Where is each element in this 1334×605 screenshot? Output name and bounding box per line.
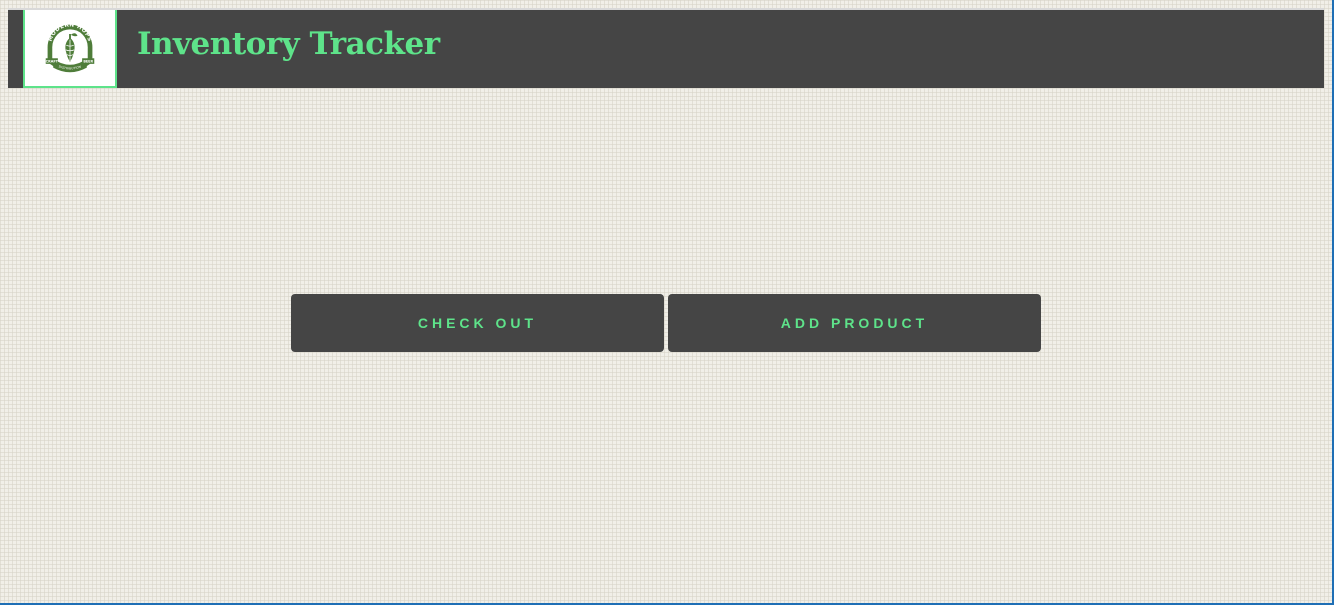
- svg-text:CRAFT: CRAFT: [46, 60, 59, 64]
- add-product-button[interactable]: ADD PRODUCT: [668, 294, 1041, 352]
- svg-text:BEER: BEER: [83, 60, 93, 64]
- check-out-button[interactable]: CHECK OUT: [291, 294, 664, 352]
- hop-cone-icon: MODERN HOPS CRAFT BEER DISTRIBUTION: [46, 22, 95, 73]
- logo[interactable]: MODERN HOPS CRAFT BEER DISTRIBUTION: [23, 10, 117, 88]
- app-header: MODERN HOPS CRAFT BEER DISTRIBUTION Inve…: [8, 8, 1324, 88]
- page-title: Inventory Tracker: [137, 26, 440, 62]
